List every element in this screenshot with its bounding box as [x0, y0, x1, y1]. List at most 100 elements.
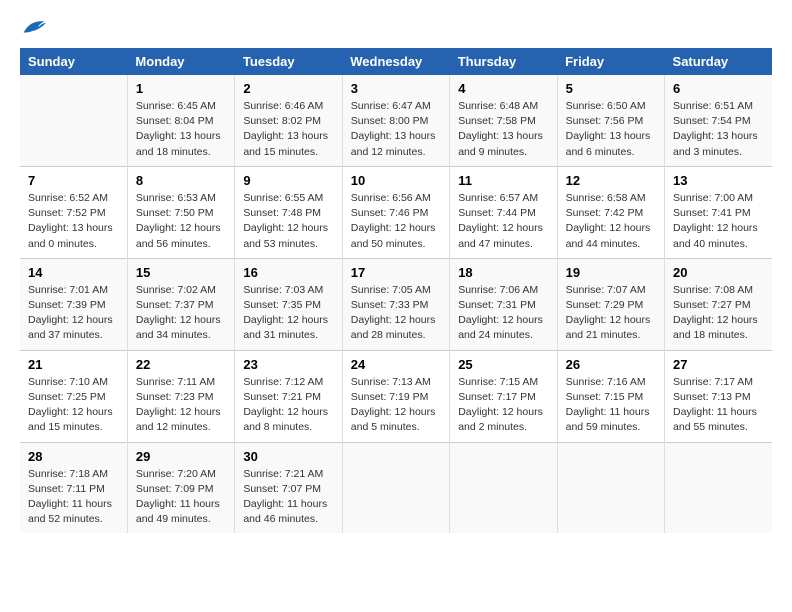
day-info: Sunrise: 6:51 AM Sunset: 7:54 PM Dayligh…	[673, 99, 764, 160]
day-cell	[342, 442, 449, 533]
day-cell: 15 Sunrise: 7:02 AM Sunset: 7:37 PM Dayli…	[127, 258, 234, 350]
day-number: 15	[136, 265, 226, 280]
day-cell: 24 Sunrise: 7:13 AM Sunset: 7:19 PM Dayli…	[342, 350, 449, 442]
day-info: Sunrise: 6:45 AM Sunset: 8:04 PM Dayligh…	[136, 99, 226, 160]
header-sunday: Sunday	[20, 48, 127, 75]
day-cell	[20, 75, 127, 166]
day-number: 16	[243, 265, 333, 280]
header-saturday: Saturday	[665, 48, 772, 75]
day-cell	[557, 442, 664, 533]
day-cell: 19 Sunrise: 7:07 AM Sunset: 7:29 PM Dayli…	[557, 258, 664, 350]
header-monday: Monday	[127, 48, 234, 75]
day-number: 26	[566, 357, 656, 372]
day-info: Sunrise: 7:03 AM Sunset: 7:35 PM Dayligh…	[243, 283, 333, 344]
week-row-1: 1 Sunrise: 6:45 AM Sunset: 8:04 PM Daylig…	[20, 75, 772, 166]
day-number: 1	[136, 81, 226, 96]
day-cell: 26 Sunrise: 7:16 AM Sunset: 7:15 PM Dayli…	[557, 350, 664, 442]
day-cell: 18 Sunrise: 7:06 AM Sunset: 7:31 PM Dayli…	[450, 258, 557, 350]
day-info: Sunrise: 7:05 AM Sunset: 7:33 PM Dayligh…	[351, 283, 441, 344]
day-cell: 8Sunrise: 6:53 AM Sunset: 7:50 PM Daylig…	[127, 166, 234, 258]
day-cell	[665, 442, 772, 533]
day-number: 21	[28, 357, 119, 372]
calendar-body: 1 Sunrise: 6:45 AM Sunset: 8:04 PM Daylig…	[20, 75, 772, 533]
logo-bird-icon	[22, 18, 46, 36]
day-info: Sunrise: 7:20 AM Sunset: 7:09 PM Dayligh…	[136, 467, 226, 528]
day-cell: 10 Sunrise: 6:56 AM Sunset: 7:46 PM Dayli…	[342, 166, 449, 258]
day-cell: 30 Sunrise: 7:21 AM Sunset: 7:07 PM Dayli…	[235, 442, 342, 533]
day-number: 30	[243, 449, 333, 464]
day-cell: 9 Sunrise: 6:55 AM Sunset: 7:48 PM Daylig…	[235, 166, 342, 258]
day-number: 11	[458, 173, 548, 188]
day-number: 19	[566, 265, 656, 280]
day-cell: 16 Sunrise: 7:03 AM Sunset: 7:35 PM Dayli…	[235, 258, 342, 350]
day-number: 2	[243, 81, 333, 96]
day-cell: 12Sunrise: 6:58 AM Sunset: 7:42 PM Dayli…	[557, 166, 664, 258]
logo	[20, 20, 46, 32]
day-cell: 17 Sunrise: 7:05 AM Sunset: 7:33 PM Dayli…	[342, 258, 449, 350]
day-info: Sunrise: 6:53 AM Sunset: 7:50 PM Dayligh…	[136, 191, 226, 252]
day-number: 29	[136, 449, 226, 464]
day-number: 9	[243, 173, 333, 188]
day-number: 24	[351, 357, 441, 372]
day-cell: 29 Sunrise: 7:20 AM Sunset: 7:09 PM Dayli…	[127, 442, 234, 533]
calendar-header: SundayMondayTuesdayWednesdayThursdayFrid…	[20, 48, 772, 75]
day-number: 25	[458, 357, 548, 372]
day-cell: 14 Sunrise: 7:01 AM Sunset: 7:39 PM Dayli…	[20, 258, 127, 350]
day-cell: 25 Sunrise: 7:15 AM Sunset: 7:17 PM Dayli…	[450, 350, 557, 442]
day-cell: 22Sunrise: 7:11 AM Sunset: 7:23 PM Dayli…	[127, 350, 234, 442]
week-row-2: 7Sunrise: 6:52 AM Sunset: 7:52 PM Daylig…	[20, 166, 772, 258]
day-number: 27	[673, 357, 764, 372]
day-info: Sunrise: 7:00 AM Sunset: 7:41 PM Dayligh…	[673, 191, 764, 252]
day-info: Sunrise: 7:16 AM Sunset: 7:15 PM Dayligh…	[566, 375, 656, 436]
day-info: Sunrise: 6:58 AM Sunset: 7:42 PM Dayligh…	[566, 191, 656, 252]
day-number: 7	[28, 173, 119, 188]
day-number: 18	[458, 265, 548, 280]
day-info: Sunrise: 7:08 AM Sunset: 7:27 PM Dayligh…	[673, 283, 764, 344]
day-cell: 1 Sunrise: 6:45 AM Sunset: 8:04 PM Daylig…	[127, 75, 234, 166]
day-cell: 5Sunrise: 6:50 AM Sunset: 7:56 PM Daylig…	[557, 75, 664, 166]
day-cell: 2 Sunrise: 6:46 AM Sunset: 8:02 PM Daylig…	[235, 75, 342, 166]
day-number: 28	[28, 449, 119, 464]
day-number: 20	[673, 265, 764, 280]
header-thursday: Thursday	[450, 48, 557, 75]
day-info: Sunrise: 7:21 AM Sunset: 7:07 PM Dayligh…	[243, 467, 333, 528]
day-number: 17	[351, 265, 441, 280]
day-cell	[450, 442, 557, 533]
day-number: 13	[673, 173, 764, 188]
day-info: Sunrise: 7:13 AM Sunset: 7:19 PM Dayligh…	[351, 375, 441, 436]
day-cell: 13 Sunrise: 7:00 AM Sunset: 7:41 PM Dayli…	[665, 166, 772, 258]
day-info: Sunrise: 6:48 AM Sunset: 7:58 PM Dayligh…	[458, 99, 548, 160]
day-info: Sunrise: 6:47 AM Sunset: 8:00 PM Dayligh…	[351, 99, 441, 160]
day-cell: 6 Sunrise: 6:51 AM Sunset: 7:54 PM Daylig…	[665, 75, 772, 166]
day-number: 23	[243, 357, 333, 372]
week-row-3: 14 Sunrise: 7:01 AM Sunset: 7:39 PM Dayli…	[20, 258, 772, 350]
day-info: Sunrise: 6:50 AM Sunset: 7:56 PM Dayligh…	[566, 99, 656, 160]
day-info: Sunrise: 7:11 AM Sunset: 7:23 PM Dayligh…	[136, 375, 226, 436]
day-info: Sunrise: 7:17 AM Sunset: 7:13 PM Dayligh…	[673, 375, 764, 436]
week-row-4: 21Sunrise: 7:10 AM Sunset: 7:25 PM Dayli…	[20, 350, 772, 442]
header-wednesday: Wednesday	[342, 48, 449, 75]
day-info: Sunrise: 6:56 AM Sunset: 7:46 PM Dayligh…	[351, 191, 441, 252]
day-number: 14	[28, 265, 119, 280]
day-info: Sunrise: 6:55 AM Sunset: 7:48 PM Dayligh…	[243, 191, 333, 252]
day-number: 4	[458, 81, 548, 96]
day-cell: 3Sunrise: 6:47 AM Sunset: 8:00 PM Daylig…	[342, 75, 449, 166]
day-number: 10	[351, 173, 441, 188]
day-info: Sunrise: 7:18 AM Sunset: 7:11 PM Dayligh…	[28, 467, 119, 528]
day-info: Sunrise: 6:46 AM Sunset: 8:02 PM Dayligh…	[243, 99, 333, 160]
day-info: Sunrise: 7:06 AM Sunset: 7:31 PM Dayligh…	[458, 283, 548, 344]
day-cell: 20 Sunrise: 7:08 AM Sunset: 7:27 PM Dayli…	[665, 258, 772, 350]
day-info: Sunrise: 7:07 AM Sunset: 7:29 PM Dayligh…	[566, 283, 656, 344]
day-cell: 7Sunrise: 6:52 AM Sunset: 7:52 PM Daylig…	[20, 166, 127, 258]
day-number: 6	[673, 81, 764, 96]
day-info: Sunrise: 7:12 AM Sunset: 7:21 PM Dayligh…	[243, 375, 333, 436]
header-tuesday: Tuesday	[235, 48, 342, 75]
day-info: Sunrise: 7:15 AM Sunset: 7:17 PM Dayligh…	[458, 375, 548, 436]
day-info: Sunrise: 6:57 AM Sunset: 7:44 PM Dayligh…	[458, 191, 548, 252]
day-info: Sunrise: 7:02 AM Sunset: 7:37 PM Dayligh…	[136, 283, 226, 344]
week-row-5: 28 Sunrise: 7:18 AM Sunset: 7:11 PM Dayli…	[20, 442, 772, 533]
day-cell: 11 Sunrise: 6:57 AM Sunset: 7:44 PM Dayli…	[450, 166, 557, 258]
header-row: SundayMondayTuesdayWednesdayThursdayFrid…	[20, 48, 772, 75]
day-info: Sunrise: 7:01 AM Sunset: 7:39 PM Dayligh…	[28, 283, 119, 344]
day-cell: 28 Sunrise: 7:18 AM Sunset: 7:11 PM Dayli…	[20, 442, 127, 533]
